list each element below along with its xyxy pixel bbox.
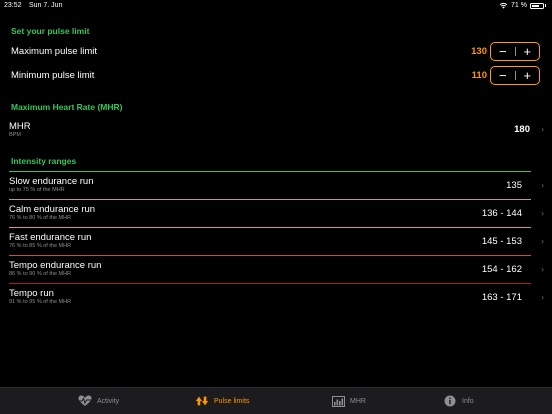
range-color-line bbox=[9, 283, 531, 284]
mhr-section-title: Maximum Heart Rate (MHR) bbox=[11, 102, 123, 112]
range-color-line bbox=[9, 199, 531, 200]
range-name: Tempo endurance run bbox=[9, 260, 102, 271]
range-desc: 76 % to 85 % of the MHR bbox=[9, 243, 72, 249]
status-bar: 23:52 Sun 7. Jun 71 % bbox=[0, 0, 552, 12]
tab-pulse-limits[interactable]: Pulse limits bbox=[195, 395, 249, 407]
pulse-limit-section-title: Set your pulse limit bbox=[11, 26, 90, 36]
range-desc: 86 % to 90 % of the MHR bbox=[9, 271, 72, 277]
chevron-right-icon: › bbox=[541, 292, 544, 302]
chevron-right-icon: › bbox=[541, 208, 544, 218]
info-icon bbox=[443, 395, 457, 407]
range-value: 135 bbox=[506, 180, 522, 191]
range-name: Fast endurance run bbox=[9, 232, 92, 243]
max-pulse-stepper[interactable]: − + bbox=[490, 42, 540, 61]
tab-label: MHR bbox=[350, 397, 366, 405]
range-desc: 91 % to 95 % of the MHR bbox=[9, 299, 72, 305]
range-desc: up to 75 % of the MHR bbox=[9, 187, 65, 193]
chevron-right-icon: › bbox=[541, 124, 544, 134]
min-pulse-stepper[interactable]: − + bbox=[490, 66, 540, 85]
range-name: Calm endurance run bbox=[9, 204, 96, 215]
range-color-line bbox=[9, 227, 531, 228]
min-pulse-increment-button[interactable]: + bbox=[516, 67, 540, 84]
heart-pulse-icon bbox=[78, 395, 92, 407]
bar-graph-icon bbox=[331, 395, 345, 407]
wifi-icon bbox=[499, 2, 508, 9]
range-row-calm-endurance[interactable]: Calm endurance run 76 % to 80 % of the M… bbox=[0, 199, 552, 227]
range-name: Tempo run bbox=[9, 288, 54, 299]
mhr-unit: BPM bbox=[9, 132, 21, 138]
range-value: 154 - 162 bbox=[481, 264, 522, 275]
range-desc: 76 % to 80 % of the MHR bbox=[9, 215, 72, 221]
range-value: 163 - 171 bbox=[481, 292, 522, 303]
range-value: 145 - 153 bbox=[481, 236, 522, 247]
max-pulse-value: 130 bbox=[471, 46, 487, 57]
tab-info[interactable]: Info bbox=[443, 395, 474, 407]
min-pulse-decrement-button[interactable]: − bbox=[491, 67, 515, 84]
max-pulse-increment-button[interactable]: + bbox=[516, 43, 540, 60]
battery-icon bbox=[530, 2, 544, 9]
mhr-value: 180 bbox=[514, 124, 530, 135]
chevron-right-icon: › bbox=[541, 236, 544, 246]
range-row-tempo-run[interactable]: Tempo run 91 % to 95 % of the MHR 163 - … bbox=[0, 283, 552, 311]
range-row-tempo-endurance[interactable]: Tempo endurance run 86 % to 90 % of the … bbox=[0, 255, 552, 283]
chevron-right-icon: › bbox=[541, 264, 544, 274]
status-indicators: 71 % bbox=[499, 2, 546, 9]
up-down-arrows-icon bbox=[195, 395, 209, 407]
tab-label: Pulse limits bbox=[214, 397, 250, 405]
min-pulse-value: 110 bbox=[471, 70, 487, 81]
tab-bar: Activity Pulse limits MHR Info bbox=[0, 387, 552, 414]
mhr-label: MHR bbox=[9, 121, 31, 132]
tab-label: Activity bbox=[97, 397, 120, 405]
range-name: Slow endurance run bbox=[9, 176, 94, 187]
tab-mhr[interactable]: MHR bbox=[331, 395, 366, 407]
min-pulse-label: Minimum pulse limit bbox=[11, 70, 95, 81]
max-pulse-decrement-button[interactable]: − bbox=[491, 43, 515, 60]
chevron-right-icon: › bbox=[541, 180, 544, 190]
intensity-section-title: Intensity ranges bbox=[11, 156, 77, 166]
range-color-line bbox=[9, 255, 531, 256]
range-row-fast-endurance[interactable]: Fast endurance run 76 % to 85 % of the M… bbox=[0, 227, 552, 255]
status-time: 23:52 bbox=[4, 2, 22, 9]
tab-label: Info bbox=[462, 397, 474, 405]
battery-nub bbox=[545, 4, 546, 7]
range-color-line bbox=[9, 171, 531, 172]
battery-percent: 71 % bbox=[511, 2, 527, 9]
range-value: 136 - 144 bbox=[481, 208, 522, 219]
range-row-slow-endurance[interactable]: Slow endurance run up to 75 % of the MHR… bbox=[0, 171, 552, 199]
status-date: Sun 7. Jun bbox=[29, 2, 63, 9]
tab-activity[interactable]: Activity bbox=[78, 395, 119, 407]
max-pulse-label: Maximum pulse limit bbox=[11, 46, 98, 57]
